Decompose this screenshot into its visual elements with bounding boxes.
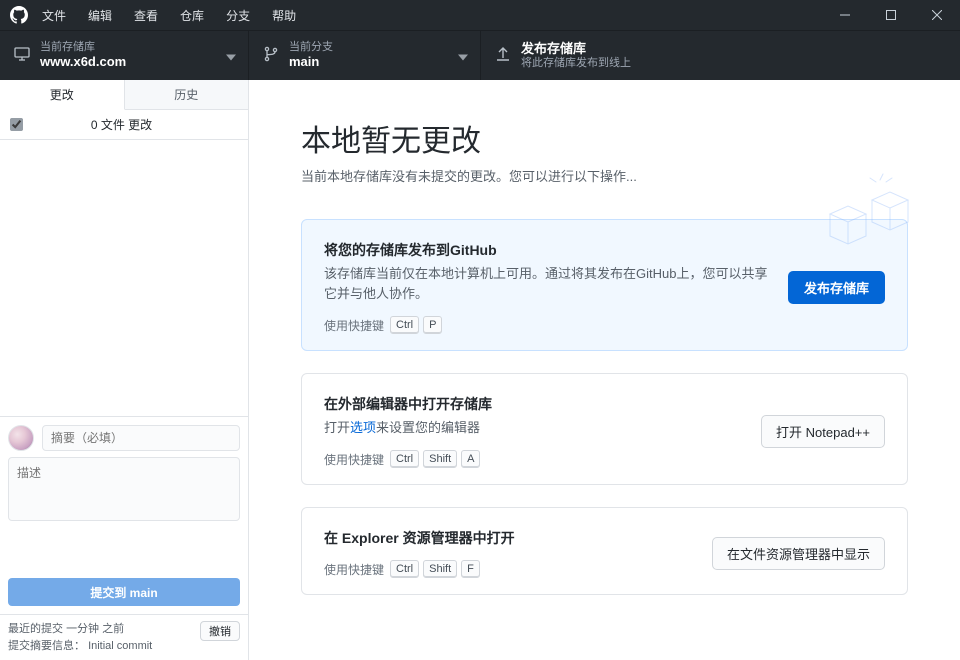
last-commit-label: 最近的提交 [8,623,63,635]
commit-msg-value: Initial commit [88,640,152,652]
desktop-icon [14,46,30,65]
menu-edit[interactable]: 编辑 [88,7,112,24]
card-open-explorer: 在 Explorer 资源管理器中打开 使用快捷键 Ctrl Shift F 在… [301,507,908,595]
card-title: 将您的存储库发布到GitHub [324,240,768,260]
kbd: Shift [423,560,457,578]
close-button[interactable] [914,0,960,30]
kbd: Ctrl [390,450,419,468]
last-commit-time: 一分钟 之前 [66,623,124,635]
avatar [8,425,34,451]
card-desc: 该存储库当前仅在本地计算机上可用。通过将其发布在GitHub上，您可以共享它并与… [324,264,768,304]
kbd: F [461,560,480,578]
toolbar: 当前存储库 www.x6d.com 当前分支 main 发布存储库 将此存储库发… [0,30,960,80]
page-title: 本地暂无更改 [301,116,908,160]
repo-name: www.x6d.com [40,54,126,70]
publish-label: 发布存储库 [521,41,631,57]
kbd: Ctrl [390,560,419,578]
options-link[interactable]: 选项 [350,420,376,435]
card-shortcut: 使用快捷键 Ctrl P [324,316,768,334]
undo-button[interactable]: 撤销 [200,621,240,641]
changes-count: 0 文件 更改 [5,116,238,133]
repo-label: 当前存储库 [40,41,126,55]
current-repository-selector[interactable]: 当前存储库 www.x6d.com [0,31,249,80]
upload-icon [495,46,511,65]
last-commit-info: 最近的提交 一分钟 之前 提交摘要信息： Initial commit 撤销 [0,614,248,660]
menu-file[interactable]: 文件 [42,7,66,24]
empty-state-illustration [810,170,920,260]
menu-branch[interactable]: 分支 [226,7,250,24]
card-title: 在外部编辑器中打开存储库 [324,394,741,414]
card-shortcut: 使用快捷键 Ctrl Shift F [324,560,692,578]
menu-repository[interactable]: 仓库 [180,7,204,24]
app-menu: 文件 编辑 查看 仓库 分支 帮助 [42,7,296,24]
card-desc: 打开选项来设置您的编辑器 [324,418,741,438]
commit-button[interactable]: 提交到 main [8,578,240,606]
kbd: A [461,450,480,468]
git-branch-icon [263,46,279,65]
changes-header: 0 文件 更改 [0,110,248,140]
branch-label: 当前分支 [289,41,333,55]
commit-msg-label: 提交摘要信息： [8,640,85,652]
kbd: Shift [423,450,457,468]
menu-view[interactable]: 查看 [134,7,158,24]
open-explorer-button[interactable]: 在文件资源管理器中显示 [712,537,885,570]
content-area: 本地暂无更改 当前本地存储库没有未提交的更改。您可以进行以下操作... 将您的存… [249,80,960,660]
chevron-down-icon [458,48,468,63]
card-open-editor: 在外部编辑器中打开存储库 打开选项来设置您的编辑器 使用快捷键 Ctrl Shi… [301,373,908,485]
menu-help[interactable]: 帮助 [272,7,296,24]
card-title: 在 Explorer 资源管理器中打开 [324,528,692,548]
titlebar: 文件 编辑 查看 仓库 分支 帮助 [0,0,960,30]
chevron-down-icon [226,48,236,63]
card-shortcut: 使用快捷键 Ctrl Shift A [324,450,741,468]
current-branch-selector[interactable]: 当前分支 main [249,31,481,80]
branch-name: main [289,54,333,70]
publish-repository-button[interactable]: 发布存储库 将此存储库发布到线上 [481,31,960,80]
commit-form: 提交到 main [0,416,248,614]
commit-description-input[interactable] [8,457,240,521]
kbd: P [423,316,442,334]
maximize-button[interactable] [868,0,914,30]
sidebar: 更改 历史 0 文件 更改 提交到 main 最近的提交 一分钟 之前 [0,80,249,660]
sidebar-tabs: 更改 历史 [0,80,248,110]
publish-repo-button[interactable]: 发布存储库 [788,271,885,304]
github-logo-icon [10,6,28,24]
tab-history[interactable]: 历史 [125,80,249,109]
open-editor-button[interactable]: 打开 Notepad++ [761,415,885,448]
publish-desc: 将此存储库发布到线上 [521,57,631,71]
commit-summary-input[interactable] [42,425,240,451]
minimize-button[interactable] [822,0,868,30]
tab-changes[interactable]: 更改 [0,80,125,110]
kbd: Ctrl [390,316,419,334]
